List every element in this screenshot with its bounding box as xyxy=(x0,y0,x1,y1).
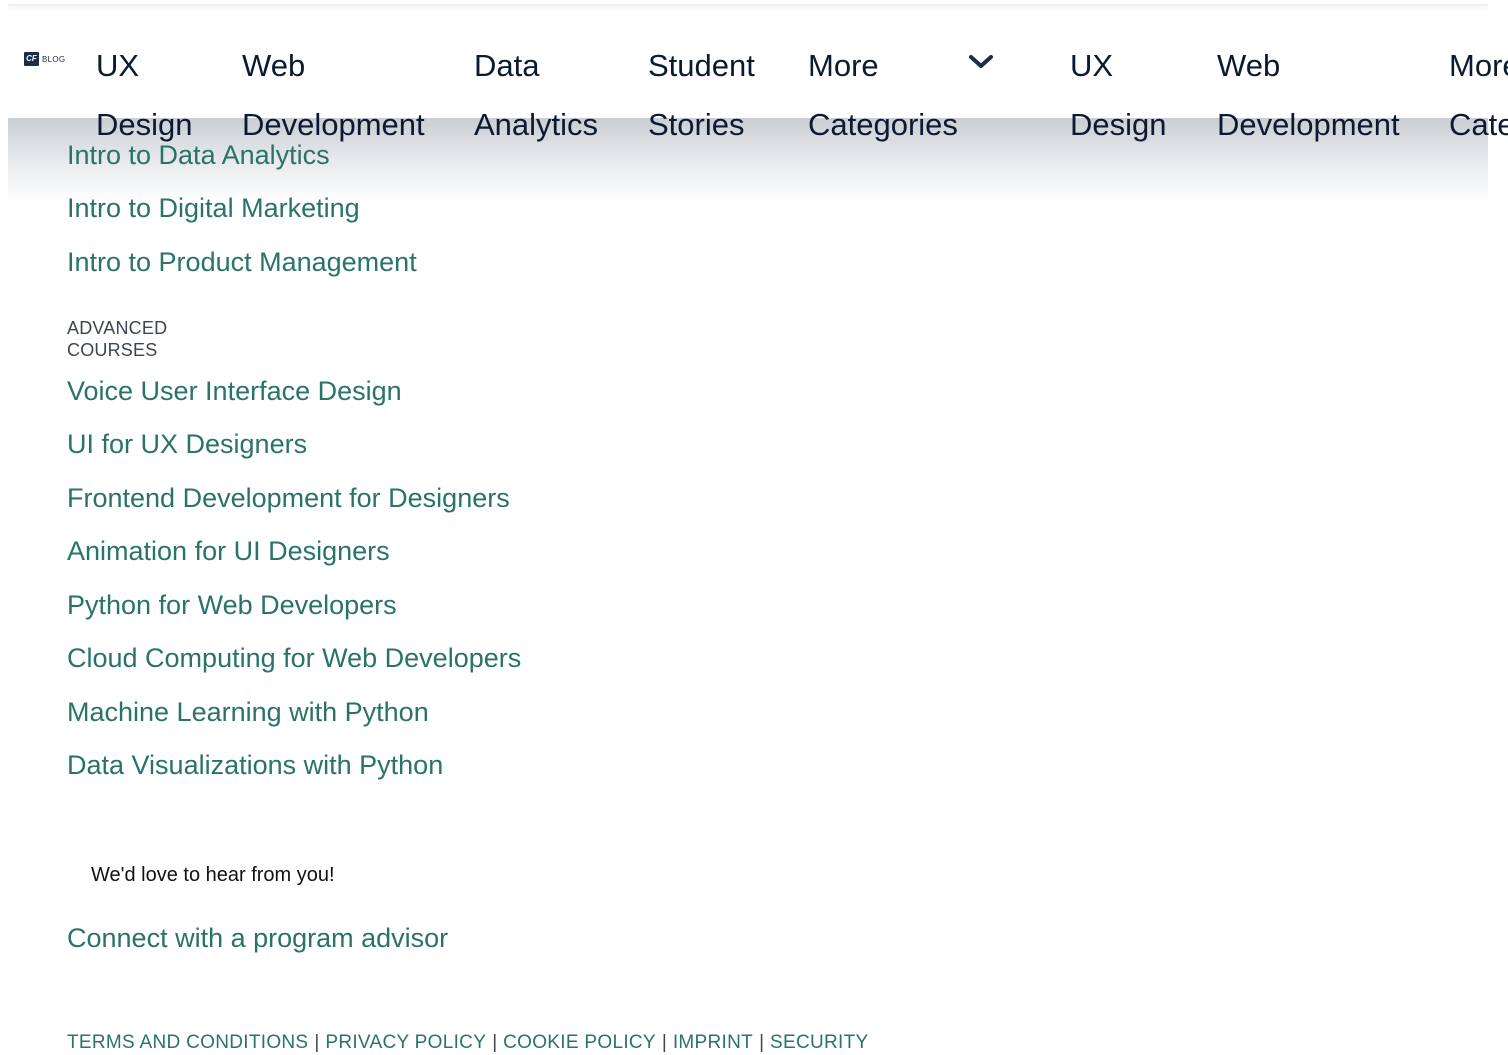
nav-label: More xyxy=(1449,48,1508,83)
security-link[interactable]: SECURITY xyxy=(770,1032,868,1053)
site-header: CF BLOG UX Design Web Development Data A… xyxy=(0,8,1508,158)
nav-label: Web xyxy=(242,48,306,83)
course-link-animation-ui[interactable]: Animation for UI Designers xyxy=(67,535,390,567)
nav-more-categories-duplicate[interactable]: More Categories xyxy=(1449,36,1508,154)
footer-separator: | xyxy=(661,1032,667,1053)
nav-ux-design[interactable]: UX Design xyxy=(96,36,193,154)
nav-more-categories[interactable]: More Categories xyxy=(808,36,958,154)
nav-label: Web xyxy=(1217,48,1281,83)
contact-prompt: We'd love to hear from you! xyxy=(91,864,335,886)
nav-label: Categories xyxy=(808,107,958,142)
nav-label: Design xyxy=(96,107,193,142)
terms-link[interactable]: TERMS AND CONDITIONS xyxy=(67,1032,308,1053)
course-link-ui-for-ux[interactable]: UI for UX Designers xyxy=(67,428,307,460)
cf-logo-icon: CF xyxy=(24,52,39,66)
logo-label: BLOG xyxy=(42,54,66,64)
nav-data-analytics[interactable]: Data Analytics xyxy=(474,36,598,154)
nav-label: Student xyxy=(648,48,755,83)
cf-blog-logo[interactable]: CF BLOG xyxy=(24,52,65,66)
course-link-frontend-for-designers[interactable]: Frontend Development for Designers xyxy=(67,482,510,514)
program-advisor-link[interactable]: Connect with a program advisor xyxy=(67,922,448,954)
nav-label: UX xyxy=(1070,48,1114,83)
footer-separator: | xyxy=(492,1032,498,1053)
course-link-intro-product-management[interactable]: Intro to Product Management xyxy=(67,246,417,278)
privacy-link[interactable]: PRIVACY POLICY xyxy=(325,1032,486,1053)
course-link-python-web[interactable]: Python for Web Developers xyxy=(67,589,397,621)
advanced-courses-heading: ADVANCED COURSES xyxy=(67,318,168,360)
nav-web-development[interactable]: Web Development xyxy=(242,36,425,154)
cookie-link[interactable]: COOKIE POLICY xyxy=(503,1032,656,1053)
course-link-cloud-computing[interactable]: Cloud Computing for Web Developers xyxy=(67,642,521,674)
nav-student-stories[interactable]: Student Stories xyxy=(648,36,755,154)
nav-label: Development xyxy=(1217,107,1400,142)
nav-label: Analytics xyxy=(474,107,599,142)
nav-label: Development xyxy=(242,107,425,142)
course-link-data-visualizations[interactable]: Data Visualizations with Python xyxy=(67,749,443,781)
nav-label: Categories xyxy=(1449,107,1508,142)
nav-web-development-duplicate[interactable]: Web Development xyxy=(1217,36,1400,154)
course-link-voice-ui-design[interactable]: Voice User Interface Design xyxy=(67,375,402,407)
top-divider xyxy=(8,4,1488,6)
nav-label: Design xyxy=(1070,107,1167,142)
footer-separator: | xyxy=(314,1032,320,1053)
nav-label: Data xyxy=(474,48,540,83)
course-link-intro-digital-marketing[interactable]: Intro to Digital Marketing xyxy=(67,192,360,224)
imprint-link[interactable]: IMPRINT xyxy=(673,1032,753,1053)
nav-label: UX xyxy=(96,48,140,83)
footer-links: TERMS AND CONDITIONS | PRIVACY POLICY | COOK… xyxy=(67,1031,868,1055)
nav-label: Stories xyxy=(648,107,745,142)
nav-label: More xyxy=(808,48,879,83)
chevron-down-icon[interactable] xyxy=(968,52,994,72)
nav-ux-design-duplicate[interactable]: UX Design xyxy=(1070,36,1167,154)
course-link-machine-learning[interactable]: Machine Learning with Python xyxy=(67,696,429,728)
footer-separator: | xyxy=(759,1032,764,1053)
